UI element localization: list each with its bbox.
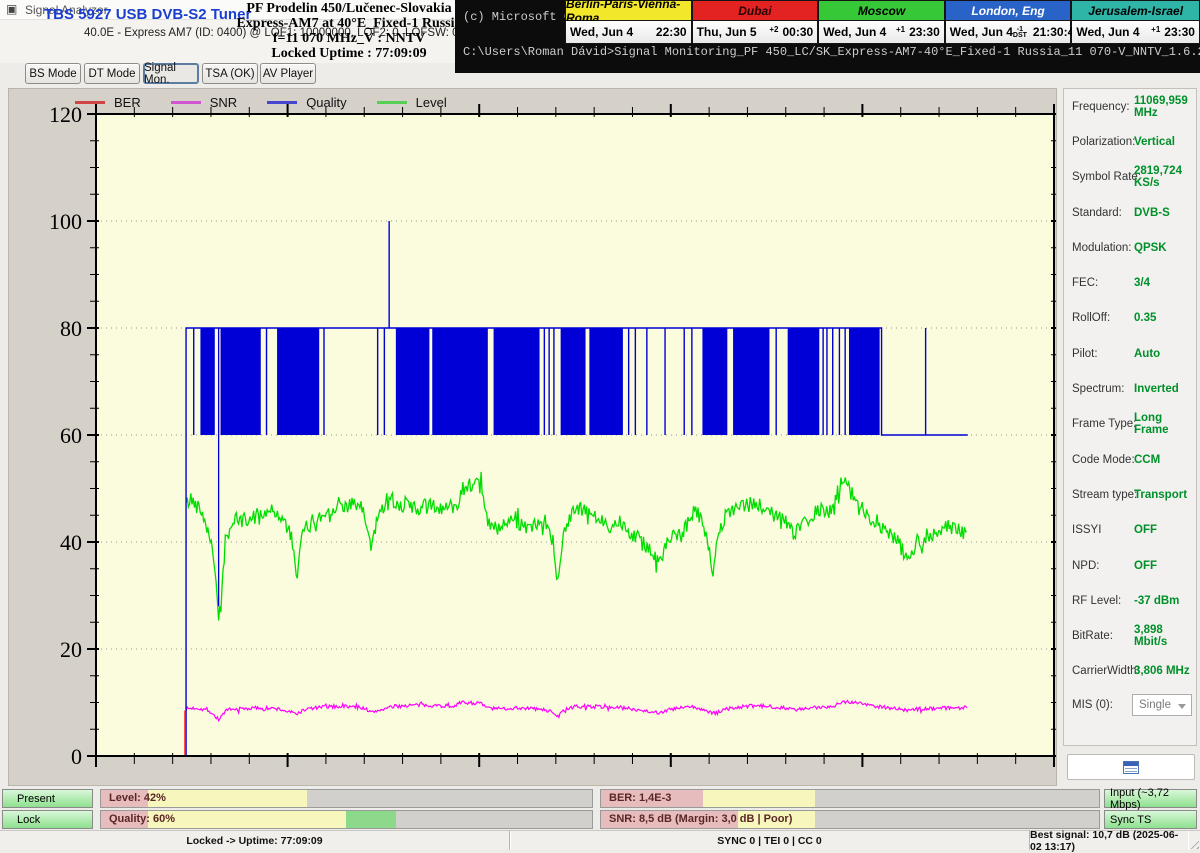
tab-bs-mode[interactable]: BS Mode [25, 63, 81, 84]
tab-av-player[interactable]: AV Player [260, 63, 316, 84]
svg-text:60: 60 [60, 423, 82, 448]
signal-history-chart: 0 20 40 60 80 100 120 [9, 89, 1056, 785]
tab-signal-mon[interactable]: Signal Mon. [143, 63, 199, 84]
param-polarization: Polarization:Vertical [1064, 124, 1196, 159]
svg-text:0: 0 [71, 744, 82, 769]
snr-bar: SNR: 8,5 dB (Margin: 3,0 dB | Poor) [600, 810, 1100, 829]
mis-row: MIS (0): Single [1064, 694, 1196, 718]
svg-text:40: 40 [60, 530, 82, 555]
overlay-line-4: Locked Uptime : 77:09:09 [233, 46, 465, 61]
param-frame-type: Frame Type:Long Frame [1064, 407, 1196, 442]
svg-text:100: 100 [49, 209, 82, 234]
param-rolloff: RollOff:0.35 [1064, 301, 1196, 336]
resize-grip[interactable] [1187, 837, 1199, 849]
overlay-line-3: f=11 070 MHz_V : NNTV [233, 31, 465, 46]
param-fec: FEC:3/4 [1064, 265, 1196, 300]
param-code-mode: Code Mode:CCM [1064, 442, 1196, 477]
present-indicator: Present [2, 789, 93, 808]
svg-text:80: 80 [60, 316, 82, 341]
clock-jerusalem: Jerusalem-Israel Wed, Jun 4 +1 23:30 [1072, 1, 1199, 43]
input-indicator: Input (~3,72 Mbps) [1104, 789, 1197, 808]
svg-text:20: 20 [60, 637, 82, 662]
statusbar: Locked -> Uptime: 77:09:09 SYNC 0 | TEI … [0, 830, 1200, 850]
app-icon: ▣ [6, 3, 19, 16]
tab-tsa[interactable]: TSA (OK) [202, 63, 258, 84]
param-npd: NPD:OFF [1064, 548, 1196, 583]
ts-list-icon [1123, 761, 1139, 774]
console-prompt-line: C:\Users\Roman Dávid>Signal Monitoring_P… [463, 45, 1200, 59]
world-clocks-panel: Berlin-Paris-Vienna-Roma Wed, Jun 4 22:3… [565, 0, 1200, 44]
param-rf-level: RF Level:-37 dBm [1064, 583, 1196, 618]
param-symbol-rate: Symbol Rate:2819,724 KS/s [1064, 160, 1196, 195]
signal-chart-panel: BER SNR Quality Level 020406080100120 [8, 88, 1057, 786]
clock-moscow: Moscow Wed, Jun 4 +1 23:30 [819, 1, 946, 43]
lock-indicator: Lock [2, 810, 93, 829]
tab-dt-mode[interactable]: DT Mode [84, 63, 140, 84]
clock-dubai: Dubai Thu, Jun 5 +2 00:30 [693, 1, 820, 43]
param-pilot: Pilot:Auto [1064, 336, 1196, 371]
statusbar-uptime: Locked -> Uptime: 77:09:09 [0, 831, 510, 850]
param-spectrum: Spectrum:Inverted [1064, 371, 1196, 406]
level-bar: Level: 42% [100, 789, 593, 808]
param-carrier-width: CarrierWidth:3,806 MHz [1064, 654, 1196, 689]
tuner-title: TBS 5927 USB DVB-S2 Tuner [44, 6, 251, 23]
overlay-line-1: PF Prodelin 450/Lučenec-Slovakia [233, 1, 465, 16]
param-modulation: Modulation:QPSK [1064, 230, 1196, 265]
mis-select[interactable]: Single [1132, 694, 1192, 716]
antenna-overlay-title: PF Prodelin 450/Lučenec-Slovakia Express… [233, 1, 465, 61]
param-issyi: ISSYIOFF [1064, 513, 1196, 548]
svg-text:120: 120 [49, 102, 82, 127]
chevron-down-icon [1178, 704, 1186, 709]
sync-indicator: Sync TS [1104, 810, 1197, 829]
clock-london: London, Eng Wed, Jun 4 -1DST 21:30:44 [946, 1, 1073, 43]
param-frequency: Frequency:11069,959 MHz [1064, 89, 1196, 124]
overlay-line-2: Express-AM7 at 40°E_Fixed-1 Russia [233, 16, 465, 31]
stream-list-button[interactable] [1067, 754, 1195, 780]
param-stream-type: Stream type:Transport [1064, 477, 1196, 512]
quality-bar: Quality: 60% [100, 810, 593, 829]
param-standard: Standard:DVB-S [1064, 195, 1196, 230]
statusbar-best-signal: Best signal: 10,7 dB (2025-06-02 13:17) [1030, 831, 1188, 850]
parameters-panel: Frequency:11069,959 MHz Polarization:Ver… [1063, 88, 1197, 746]
clock-berlin-paris-vienna-roma: Berlin-Paris-Vienna-Roma Wed, Jun 4 22:3… [566, 1, 693, 43]
ber-bar: BER: 1,4E-3 [600, 789, 1100, 808]
param-bitrate: BitRate:3,898 Mbit/s [1064, 618, 1196, 653]
statusbar-sync-counters: SYNC 0 | TEI 0 | CC 0 [510, 831, 1030, 850]
